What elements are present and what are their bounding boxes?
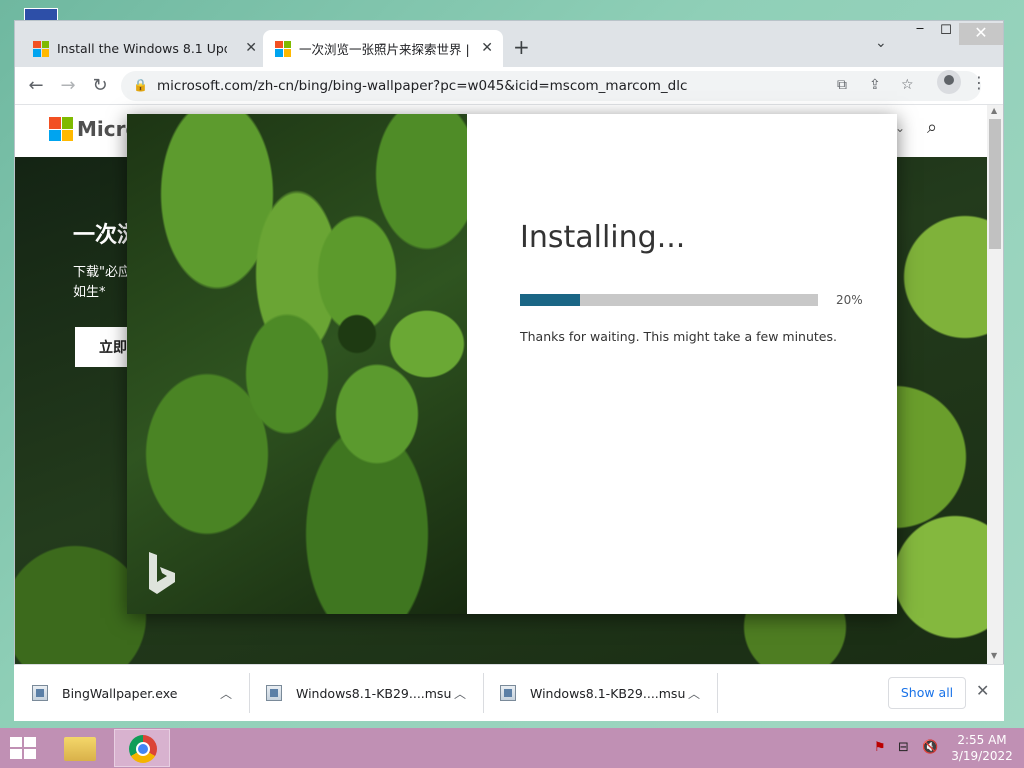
scroll-down-icon[interactable]: ▼ — [991, 651, 997, 660]
installing-message: Thanks for waiting. This might take a fe… — [520, 329, 837, 344]
page-scrollbar[interactable]: ▲ ▼ — [987, 105, 1003, 665]
reload-icon[interactable]: ↻ — [87, 73, 113, 99]
url-text[interactable]: microsoft.com/zh-cn/bing/bing-wallpaper?… — [157, 78, 687, 94]
translate-icon[interactable]: ⧉ — [837, 77, 847, 93]
folder-icon — [64, 737, 96, 761]
close-tab-icon[interactable]: ✕ — [481, 40, 493, 56]
bing-logo-icon — [149, 552, 175, 594]
bookmark-star-icon[interactable]: ☆ — [901, 77, 914, 93]
browser-toolbar: ← → ↻ 🔒 microsoft.com/zh-cn/bing/bing-wa… — [15, 67, 1003, 105]
share-icon[interactable]: ⇪ — [869, 77, 881, 93]
scrollbar-thumb[interactable] — [989, 119, 1001, 249]
download-filename: Windows8.1-KB29....msu — [530, 685, 686, 701]
close-tab-icon[interactable]: ✕ — [245, 40, 257, 56]
volume-muted-icon[interactable]: 🔇 — [922, 740, 938, 755]
download-filename: BingWallpaper.exe — [62, 685, 178, 701]
forward-arrow-icon[interactable]: → — [55, 73, 81, 99]
scroll-up-icon[interactable]: ▲ — [991, 106, 997, 115]
search-icon[interactable]: ⌕ — [927, 117, 937, 138]
tab-title: Install the Windows 8.1 Update ( — [57, 41, 227, 56]
tab-strip: Install the Windows 8.1 Update ( ✕ 一次浏览一… — [15, 21, 1003, 67]
download-item[interactable]: Windows8.1-KB29....msu ︿ — [266, 675, 484, 711]
install-progress-bar — [520, 294, 818, 306]
minimize-button[interactable]: ‒ — [907, 21, 933, 43]
download-item[interactable]: Windows8.1-KB29....msu ︿ — [500, 675, 718, 711]
system-clock[interactable]: 2:55 AM 3/19/2022 — [948, 732, 1016, 764]
exe-file-icon — [32, 685, 48, 701]
new-tab-button[interactable]: + — [513, 35, 530, 59]
downloads-bar: BingWallpaper.exe ︿ Windows8.1-KB29....m… — [14, 664, 1004, 721]
maximize-button[interactable]: ☐ — [933, 23, 959, 45]
close-window-button[interactable]: ✕ — [959, 23, 1003, 45]
clock-date: 3/19/2022 — [951, 749, 1013, 763]
download-item[interactable]: BingWallpaper.exe ︿ — [32, 675, 250, 711]
hero-description: 下载"必应 如生* — [73, 265, 131, 300]
file-explorer-button[interactable] — [52, 729, 108, 767]
msu-file-icon — [266, 685, 282, 701]
show-all-button[interactable]: Show all — [888, 677, 966, 709]
tab-search-chevron-icon[interactable]: ⌄ — [875, 35, 887, 51]
microsoft-logo-icon — [33, 40, 49, 57]
bing-wallpaper-installer-dialog: Installing... 20% Thanks for waiting. Th… — [127, 114, 897, 614]
network-icon[interactable]: ⊟ — [898, 740, 909, 755]
windows-taskbar: ⚑ ⊟ 🔇 2:55 AM 3/19/2022 — [0, 728, 1024, 768]
installing-title: Installing... — [520, 220, 686, 255]
tab-install-update[interactable]: Install the Windows 8.1 Update ( ✕ — [21, 30, 267, 67]
profile-avatar-icon[interactable] — [937, 70, 961, 94]
microsoft-logo-icon — [275, 40, 291, 57]
menu-kebab-icon[interactable]: ⋮ — [971, 73, 987, 92]
clock-time: 2:55 AM — [957, 733, 1007, 747]
progress-percent: 20% — [836, 293, 863, 307]
msu-file-icon — [500, 685, 516, 701]
chevron-up-icon[interactable]: ︿ — [688, 685, 700, 702]
chevron-up-icon[interactable]: ︿ — [220, 685, 232, 702]
chevron-up-icon[interactable]: ︿ — [454, 685, 466, 702]
chrome-taskbar-button[interactable] — [114, 729, 170, 767]
install-progress-fill — [520, 294, 580, 306]
address-bar[interactable]: 🔒 microsoft.com/zh-cn/bing/bing-wallpape… — [121, 71, 981, 101]
lock-icon[interactable]: 🔒 — [133, 78, 148, 92]
close-downloads-icon[interactable]: ✕ — [976, 681, 989, 700]
download-filename: Windows8.1-KB29....msu — [296, 685, 452, 701]
microsoft-logo-icon[interactable] — [49, 117, 73, 141]
tab-title: 一次浏览一张照片来探索世界 | — [299, 42, 469, 57]
succulent-artwork-image — [127, 114, 467, 614]
start-button[interactable] — [10, 737, 38, 761]
tab-bing-wallpaper[interactable]: 一次浏览一张照片来探索世界 | ✕ — [263, 30, 503, 67]
action-center-flag-icon[interactable]: ⚑ — [874, 740, 886, 755]
back-arrow-icon[interactable]: ← — [23, 73, 49, 99]
chrome-icon — [129, 735, 157, 763]
